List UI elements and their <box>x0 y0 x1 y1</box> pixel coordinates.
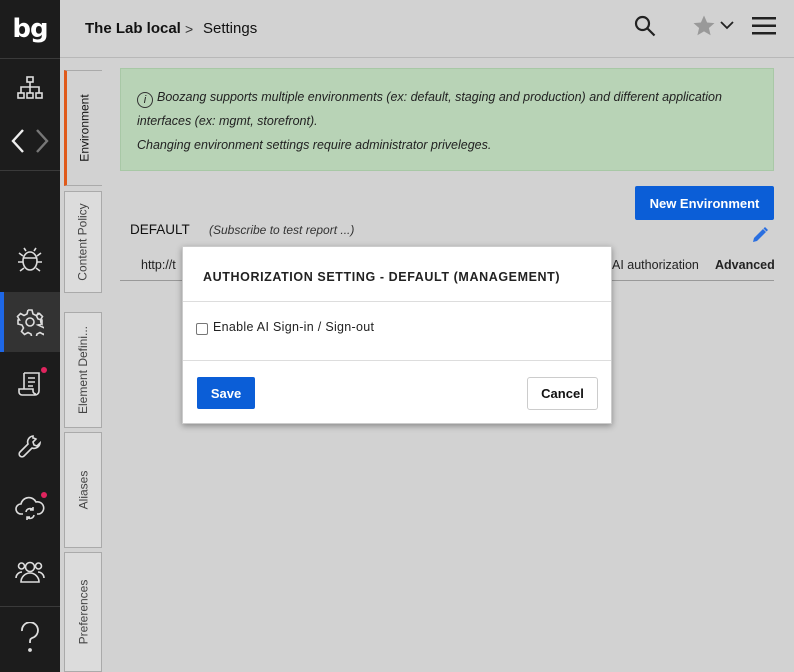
hamburger-menu-icon[interactable] <box>752 16 776 41</box>
environment-name: DEFAULT <box>130 222 190 237</box>
sidebar: bg <box>0 0 60 672</box>
dialog-divider <box>183 360 611 361</box>
enable-ai-signin-checkbox[interactable] <box>196 323 208 335</box>
top-bar: The Lab local > Settings <box>60 0 794 58</box>
settings-gear-icon[interactable] <box>0 306 60 338</box>
sidebar-divider <box>0 58 60 59</box>
forward-icon[interactable] <box>35 128 49 154</box>
tab-content-policy[interactable]: Content Policy <box>64 191 102 293</box>
tab-label: Content Policy <box>76 203 90 281</box>
checkbox-label[interactable]: Enable AI Sign-in / Sign-out <box>213 320 374 334</box>
environment-url[interactable]: http://t <box>141 258 176 272</box>
tab-element-definitions[interactable]: Element Defini... <box>64 312 102 428</box>
breadcrumb-project[interactable]: The Lab local <box>85 20 181 37</box>
ai-authorization-link[interactable]: AI authorization <box>612 258 699 272</box>
notification-badge <box>41 492 47 498</box>
chevron-down-icon[interactable] <box>720 18 734 36</box>
wrench-icon[interactable] <box>0 430 60 462</box>
sidebar-divider <box>0 606 60 607</box>
tab-preferences[interactable]: Preferences <box>64 552 102 672</box>
tab-label: Environment <box>77 94 92 162</box>
script-icon[interactable] <box>0 368 60 400</box>
info-panel: i Boozang supports multiple environments … <box>120 68 774 171</box>
save-button[interactable]: Save <box>197 377 255 409</box>
info-text-line1: Boozang supports multiple environments (… <box>157 90 722 104</box>
advanced-link[interactable]: Advanced <box>715 258 775 272</box>
sidebar-divider <box>0 170 60 171</box>
authorization-dialog: AUTHORIZATION SETTING - DEFAULT (MANAGEM… <box>182 246 612 424</box>
app-logo[interactable]: bg <box>0 0 60 58</box>
bug-icon[interactable] <box>0 243 60 275</box>
cancel-button[interactable]: Cancel <box>527 377 598 410</box>
sitemap-icon[interactable] <box>0 70 60 106</box>
history-nav <box>0 124 60 158</box>
tab-environment[interactable]: Environment <box>64 70 102 186</box>
tab-label: Preferences <box>76 579 91 645</box>
subscribe-link[interactable]: (Subscribe to test report ...) <box>209 223 354 237</box>
tab-label: Aliases <box>76 470 90 510</box>
users-icon[interactable] <box>0 555 60 587</box>
tab-label: Element Defini... <box>76 325 91 415</box>
notification-badge <box>41 367 47 373</box>
tab-aliases[interactable]: Aliases <box>64 432 102 548</box>
dialog-divider <box>183 301 611 302</box>
new-environment-button[interactable]: New Environment <box>635 186 774 220</box>
breadcrumb-separator: > <box>185 21 194 37</box>
cloud-sync-icon[interactable] <box>0 492 60 524</box>
back-icon[interactable] <box>11 128 25 154</box>
dialog-title: AUTHORIZATION SETTING - DEFAULT (MANAGEM… <box>203 270 561 284</box>
info-text-line2: interfaces (ex: mgmt, storefront). <box>137 114 318 128</box>
info-text-line3: Changing environment settings require ad… <box>137 138 492 152</box>
search-icon[interactable] <box>634 15 656 42</box>
info-icon: i <box>137 92 153 108</box>
help-icon[interactable] <box>0 620 60 656</box>
edit-pencil-icon[interactable] <box>751 226 769 249</box>
breadcrumb-current: Settings <box>203 20 258 37</box>
star-icon[interactable] <box>692 14 716 43</box>
